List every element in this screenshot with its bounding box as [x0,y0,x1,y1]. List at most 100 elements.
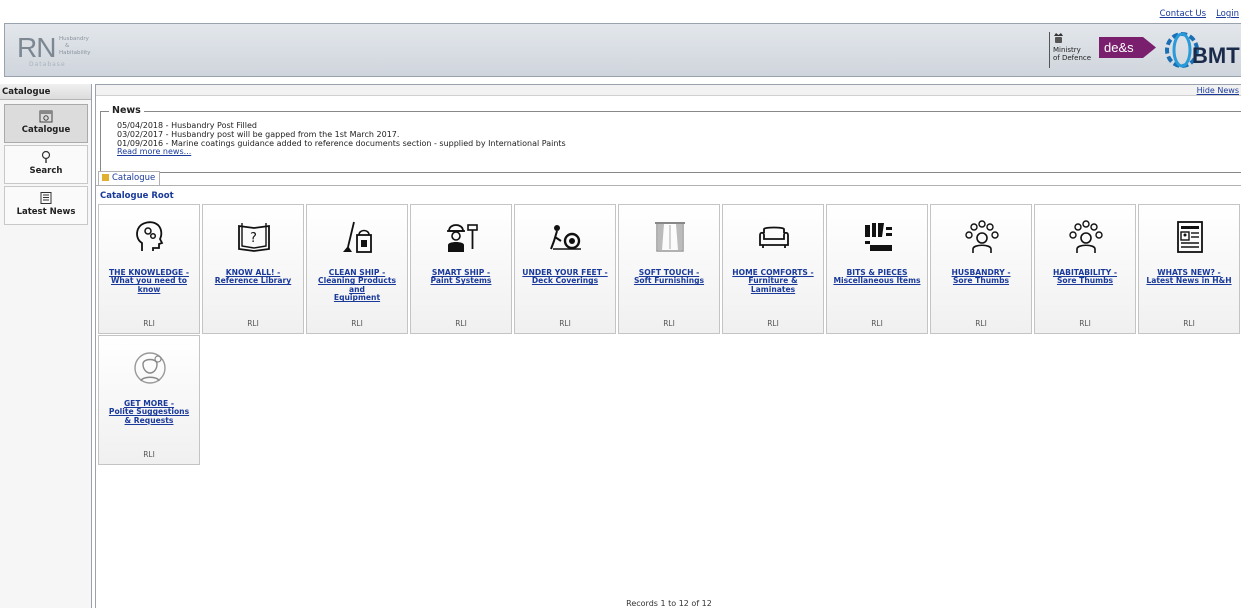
bmt-logo-text: BMT [1192,43,1240,68]
mod-divider [1049,32,1050,68]
catalogue-tile[interactable]: GET MORE - Polite Suggestions & Requests R… [98,335,200,465]
des-logo-text: de&s [1104,40,1134,55]
news-legend: News [109,105,144,116]
tile-title: BITS & PIECES Miscellaneous Items [829,268,925,286]
top-links: Contact Us Login [1150,9,1239,19]
news-lines: 05/04/2018 - Husbandry Post Filled 03/02… [117,121,566,157]
sidebar-item-label: Search [29,166,63,176]
tile-tag: RLI [247,319,259,328]
tab-divider [96,185,1241,186]
catalogue-tile[interactable]: THE KNOWLEDGE - What you need to know RLI [98,204,200,334]
book-question-icon: ? [238,223,270,252]
floor-roll-icon [550,225,581,250]
catalogue-tile[interactable]: SOFT TOUCH - Soft Furnishings RLI [618,204,720,334]
catalogue-tile[interactable]: BITS & PIECES Miscellaneous Items RLI [826,204,928,334]
rn-database-logo: RN Husbandry & Habitability Database [17,33,127,69]
tile-title: KNOW ALL! - Reference Library [205,268,301,286]
tile-title-line: Equipment [333,293,381,303]
news-icon [40,192,52,204]
svg-text:?: ? [250,231,257,246]
contact-us-link[interactable]: Contact Us [1160,9,1206,19]
folder-icon [102,174,109,181]
sidebar-item-catalogue[interactable]: Catalogue [4,104,88,143]
tile-title: GET MORE - Polite Suggestions & Requests [101,399,197,425]
person-network-icon [1069,220,1103,253]
left-sidebar: Catalogue Catalogue Search Latest News [0,84,92,608]
tile-title-line: Soft Furnishings [633,276,705,286]
catalogue-tile[interactable]: SMART SHIP - Paint Systems RLI [410,204,512,334]
tile-title: SOFT TOUCH - Soft Furnishings [621,268,717,286]
tile-title: HABITABILITY - Sore Thumbs [1037,268,1133,286]
login-link[interactable]: Login [1216,9,1239,19]
logo-sub-line: & [65,43,70,49]
tile-tag: RLI [143,319,155,328]
curtains-icon [655,222,685,252]
tile-title-line: Deck Coverings [531,276,599,286]
sidebar-item-label: Latest News [16,207,76,217]
catalogue-tile[interactable]: HABITABILITY - Sore Thumbs RLI [1034,204,1136,334]
records-count: Records 1 to 12 of 12 [626,599,712,608]
main-toolbar [96,85,1241,96]
person-network-icon [965,220,999,253]
logo-sub-line: Habitability [59,50,91,56]
read-more-news-link[interactable]: Read more news... [117,148,566,157]
des-logo: de&s [1099,37,1156,58]
tile-title: WHATS NEW? - Latest News in H&H [1141,268,1237,286]
catalogue-root-breadcrumb[interactable]: Catalogue Root [100,191,174,201]
tile-tag: RLI [559,319,571,328]
tile-title: HUSBANDRY - Sore Thumbs [933,268,1029,286]
tile-tag: RLI [351,319,363,328]
catalogue-tile[interactable]: CLEAN SHIP - Cleaning Products and Equipme… [306,204,408,334]
crown-crest-icon [1054,33,1063,43]
mod-text: Ministry of Defence [1053,46,1091,62]
tile-tag: RLI [143,450,155,459]
catalogue-tile[interactable]: UNDER YOUR FEET - Deck Coverings RLI [514,204,616,334]
sidebar-title: Catalogue [0,84,91,100]
tile-title-line: Latest News in H&H [1146,276,1232,286]
tile-title: SMART SHIP - Paint Systems [413,268,509,286]
tab-catalogue[interactable]: Catalogue [98,171,161,185]
tile-title: HOME COMFORTS - Furniture & Laminates [725,268,821,294]
tile-tag: RLI [1183,319,1195,328]
tile-tag: RLI [1079,319,1091,328]
tile-title-line: Sore Thumbs [1056,276,1114,286]
head-gears-icon [136,221,164,251]
logo-sub-line: Husbandry [59,36,89,42]
mop-bucket-icon [343,221,372,253]
catalogue-tile[interactable]: ? KNOW ALL! - Reference Library RLI [202,204,304,334]
tab-label: Catalogue [112,173,156,183]
news-box: News 05/04/2018 - Husbandry Post Filled … [100,105,1241,173]
catalogue-icon [39,110,53,123]
main-panel: Hide News News 05/04/2018 - Husbandry Po… [95,84,1241,608]
sofa-icon [759,226,789,248]
parts-icon [865,223,892,251]
sidebar-item-search[interactable]: Search [4,145,88,184]
bmt-logo: BMT [1165,29,1241,73]
tile-tag: RLI [871,319,883,328]
tile-tag: RLI [663,319,675,328]
tile-tag: RLI [975,319,987,328]
sidebar-item-latest-news[interactable]: Latest News [4,186,88,225]
catalogue-tile[interactable]: HOME COMFORTS - Furniture & Laminates RLI [722,204,824,334]
search-icon [41,150,51,163]
newspaper-icon [1177,221,1203,253]
tile-title: THE KNOWLEDGE - What you need to know [101,268,197,294]
tile-title-line: Reference Library [214,276,292,286]
tile-title-line: Sore Thumbs [952,276,1010,286]
tile-title-line: Paint Systems [430,276,492,286]
hide-news-link[interactable]: Hide News [1197,86,1239,95]
mod-line: of Defence [1053,54,1092,62]
painter-icon [447,224,478,252]
tile-title-line: What you need to know [110,276,188,294]
tile-title-line: & Requests [124,415,174,425]
catalogue-tile[interactable]: WHATS NEW? - Latest News in H&H RLI [1138,204,1240,334]
tile-title: CLEAN SHIP - Cleaning Products and Equipme… [309,268,405,303]
tile-title: UNDER YOUR FEET - Deck Coverings [517,268,613,286]
logo-initials: RN [17,32,56,63]
thinking-person-icon [134,352,166,384]
tile-tag: RLI [455,319,467,328]
tile-title-line: Miscellaneous Items [833,276,921,286]
catalogue-tile[interactable]: HUSBANDRY - Sore Thumbs RLI [930,204,1032,334]
sidebar-item-label: Catalogue [21,125,71,135]
tile-title-line: Furniture & Laminates [748,276,798,294]
